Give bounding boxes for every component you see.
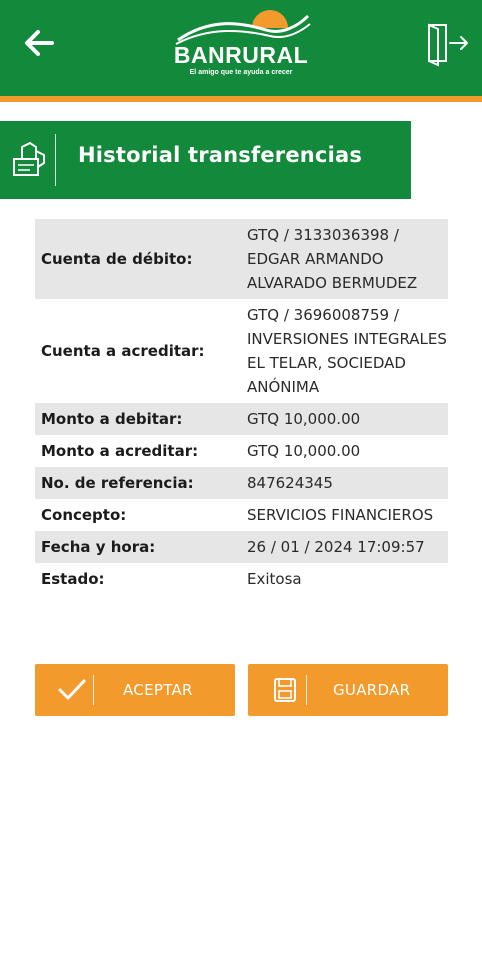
detail-label: No. de referencia: [41,474,194,492]
detail-label: Cuenta de débito: [41,250,193,268]
detail-value: 847624345 [247,467,448,499]
detail-value-line: GTQ 10,000.00 [247,410,361,428]
detail-row: Monto a debitar: GTQ 10,000.00 [35,403,448,435]
detail-value: GTQ / 3133036398 / EDGAR ARMANDO ALVARADO … [247,219,448,299]
button-separator [306,675,307,705]
app-header: BANRURAL El amigo que te ayuda a crecer [0,0,482,96]
detail-label: Cuenta a acreditar: [41,342,205,360]
logo-wordmark: BANRURAL [173,42,309,68]
detail-row: Estado: Exitosa [35,563,448,595]
detail-value-line: ANÓNIMA [247,378,320,396]
detail-row: Monto a acreditar: GTQ 10,000.00 [35,435,448,467]
header-accent-line [0,96,482,102]
detail-value: 26 / 01 / 2024 17:09:57 [247,531,448,563]
detail-row: No. de referencia: 847624345 [35,467,448,499]
save-button[interactable]: GUARDAR [248,664,448,716]
arrow-left-icon [25,30,54,56]
back-button[interactable] [18,22,62,66]
detail-row: Cuenta de débito: GTQ / 3133036398 / EDGAR… [35,219,448,299]
section-header: Historial transferencias [0,121,411,199]
save-button-label: GUARDAR [333,681,411,699]
detail-value-line: EL TELAR, SOCIEDAD [247,354,406,372]
logout-button[interactable] [422,18,472,68]
detail-row: Concepto: SERVICIOS FINANCIEROS [35,499,448,531]
detail-value-line: EDGAR ARMANDO [247,250,384,268]
detail-value-line: SERVICIOS FINANCIEROS [247,506,434,524]
checkmark-icon [58,679,86,700]
detail-label: Monto a debitar: [41,410,183,428]
detail-value-line: GTQ 10,000.00 [247,442,361,460]
detail-label: Fecha y hora: [41,538,156,556]
button-separator [93,675,94,705]
detail-value-line: 26 / 01 / 2024 17:09:57 [247,538,425,556]
detail-label: Monto a acreditar: [41,442,199,460]
page-title: Historial transferencias [78,143,363,167]
detail-value-line: Exitosa [247,570,302,588]
detail-value: GTQ 10,000.00 [247,435,448,467]
detail-row: Fecha y hora: 26 / 01 / 2024 17:09:57 [35,531,448,563]
detail-label: Concepto: [41,506,127,524]
detail-value-line: GTQ / 3133036398 / [247,226,399,244]
detail-value-line: GTQ / 3696008759 / [247,306,399,324]
section-divider [55,134,56,186]
accept-button[interactable]: ACEPTAR [35,664,235,716]
logo-tagline: El amigo que te ayuda a crecer [189,69,293,76]
banrural-logo: BANRURAL El amigo que te ayuda a crecer [170,6,312,84]
detail-value: GTQ 10,000.00 [247,403,448,435]
detail-label: Estado: [41,570,105,588]
detail-value: Exitosa [247,563,448,595]
transfer-details-table: Cuenta de débito: GTQ / 3133036398 / EDGAR… [35,219,448,595]
detail-value-line: INVERSIONES INTEGRALES [247,330,447,348]
accept-button-label: ACEPTAR [123,681,193,699]
detail-value-line: ALVARADO BERMUDEZ [247,274,418,292]
floppy-disk-icon [274,678,296,702]
detail-value: SERVICIOS FINANCIEROS [247,499,448,531]
logout-door-icon [428,23,468,67]
detail-row: Cuenta a acreditar: GTQ / 3696008759 / INV… [35,299,448,403]
receipt-hand-icon [10,139,48,181]
detail-value: GTQ / 3696008759 / INVERSIONES INTEGRALES… [247,299,448,403]
detail-value-line: 847624345 [247,474,333,492]
